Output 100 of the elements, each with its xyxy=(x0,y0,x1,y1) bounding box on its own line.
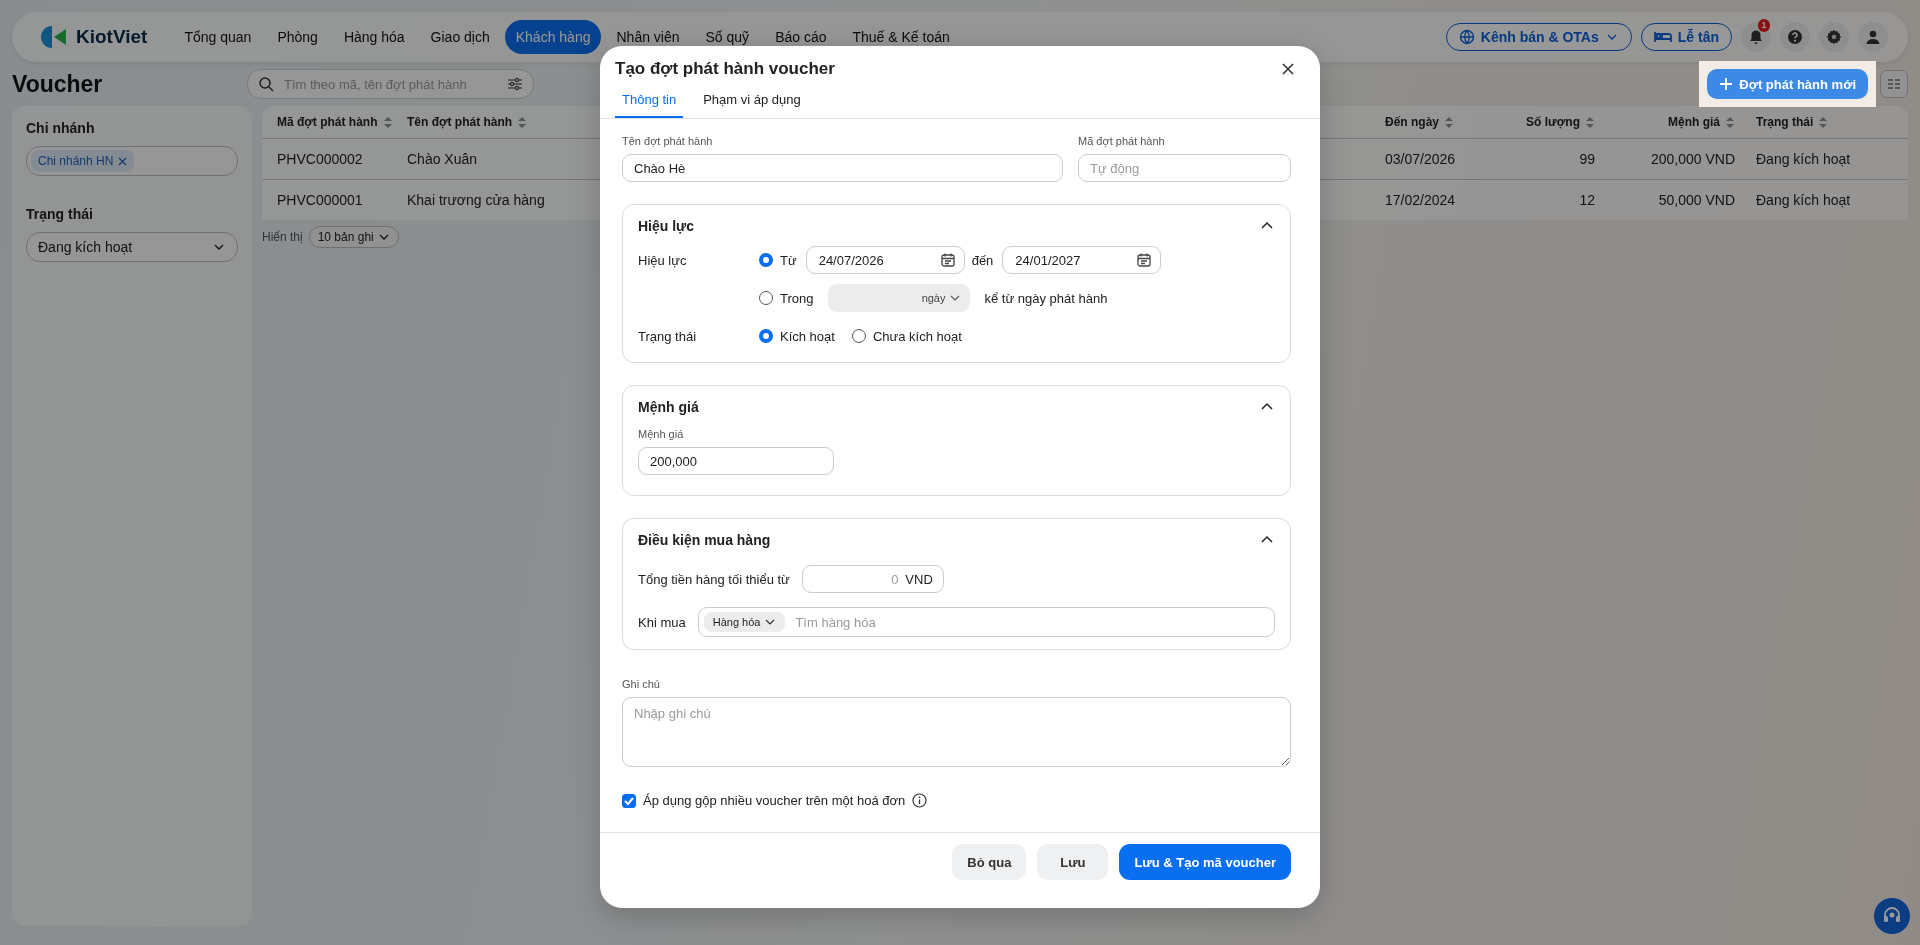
checkbox-label: Áp dụng gộp nhiều voucher trên một hoá đơn xyxy=(643,793,906,808)
column-header[interactable]: Trạng thái xyxy=(1756,115,1814,129)
info-icon xyxy=(912,793,928,808)
value-field[interactable]: 200,000 xyxy=(638,447,834,475)
sort-icon xyxy=(1444,115,1454,129)
column-header[interactable]: Mã đợt phát hành xyxy=(277,115,378,129)
search-icon xyxy=(258,76,274,92)
product-search-field[interactable]: Hàng hóa Tìm hàng hóa xyxy=(697,607,1275,637)
table-cell: Đang kích hoạt xyxy=(1756,151,1851,167)
help-button[interactable] xyxy=(1780,22,1810,52)
logo-icon xyxy=(40,23,68,51)
table-cell: PHVC000002 xyxy=(277,151,363,167)
branch-field[interactable]: Chi nhánh HN xyxy=(26,146,238,176)
product-search-input[interactable]: Tìm hàng hóa xyxy=(793,613,1269,631)
date-field[interactable]: 24/01/2027 xyxy=(1002,246,1162,274)
notifications-button[interactable]: 1 xyxy=(1741,22,1771,52)
user-icon xyxy=(1865,29,1881,45)
filter-label: Chi nhánh xyxy=(26,120,96,136)
secondary-button[interactable]: Lưu xyxy=(1037,844,1109,880)
radio-label: Từ xyxy=(780,252,797,268)
field-label: Mã đợt phát hành xyxy=(1078,135,1166,147)
radio-button[interactable] xyxy=(759,329,773,343)
nav-item[interactable]: Phòng xyxy=(266,20,329,54)
table-cell: 50,000 VND xyxy=(1658,192,1735,208)
minimum-total-field[interactable]: 0 VND xyxy=(801,565,944,593)
note-field[interactable]: Nhập ghi chú xyxy=(622,697,1291,767)
row-label: Tổng tiền hàng tối thiểu từ xyxy=(638,571,790,587)
close-icon[interactable] xyxy=(1281,62,1295,76)
duration-field[interactable]: ngày xyxy=(828,284,971,312)
column-header[interactable]: Mệnh giá xyxy=(1668,115,1720,129)
sort-icon xyxy=(1818,115,1829,129)
nav-item[interactable]: Hàng hóa xyxy=(332,20,416,54)
logo-text: KiotViet xyxy=(76,26,148,48)
field-label: Mệnh giá xyxy=(638,428,685,440)
radio-label: Kích hoạt xyxy=(780,328,835,344)
table-cell: Khai trương cửa hàng xyxy=(407,192,545,208)
table-cell: 99 xyxy=(1579,151,1595,167)
checkbox[interactable] xyxy=(622,793,636,808)
name-field[interactable]: Chào Hè xyxy=(622,154,1063,182)
column-header[interactable]: Đến ngày xyxy=(1385,115,1439,129)
bed-icon xyxy=(1653,29,1672,45)
tab[interactable]: Thông tin xyxy=(615,92,684,118)
radio-label: Chưa kích hoạt xyxy=(872,328,962,344)
column-header[interactable]: Số lượng xyxy=(1526,115,1580,129)
account-button[interactable] xyxy=(1858,22,1888,52)
support-button[interactable] xyxy=(1874,898,1910,934)
nav-item[interactable]: Khách hàng xyxy=(504,20,602,54)
row-label: Hiệu lực xyxy=(638,252,688,268)
radio-button[interactable] xyxy=(759,253,773,267)
table-cell: PHVC000001 xyxy=(277,192,363,208)
pager-label: Hiển thị xyxy=(262,230,303,244)
field-label: Tên đợt phát hành xyxy=(622,135,714,147)
duration-suffix-label: kể từ ngày phát hành xyxy=(984,290,1108,306)
tab[interactable]: Phạm vi áp dụng xyxy=(703,92,801,118)
table-cell: 17/02/2024 xyxy=(1385,192,1456,208)
nav-item[interactable]: Giao dịch xyxy=(419,20,501,54)
section-title: Hiệu lực xyxy=(638,218,695,234)
unit-label: VND xyxy=(905,571,933,587)
table-cell: Chào Xuân xyxy=(407,151,478,167)
radio-label: Trong xyxy=(780,290,814,306)
search-field[interactable]: Tìm theo mã, tên đợt phát hành xyxy=(247,69,534,99)
sort-icon xyxy=(1725,115,1735,129)
column-header[interactable]: Tên đợt phát hành xyxy=(407,115,513,129)
nav-item[interactable]: Tổng quan xyxy=(173,20,263,54)
search-input[interactable]: Tìm theo mã, tên đợt phát hành xyxy=(282,75,499,93)
table-cell: 12 xyxy=(1579,192,1595,208)
sort-icon xyxy=(1585,115,1595,129)
date-field[interactable]: 24/07/2026 xyxy=(805,246,965,274)
code-field[interactable]: Tự động xyxy=(1078,154,1291,182)
notification-badge: 1 xyxy=(1758,19,1770,32)
row-label: Khi mua xyxy=(638,614,686,630)
calendar-icon xyxy=(1136,252,1153,268)
filter-sliders-icon xyxy=(507,76,523,92)
settings-button[interactable] xyxy=(1819,22,1849,52)
settings-icon xyxy=(1826,29,1842,45)
sort-icon xyxy=(382,115,393,129)
table-cell: 200,000 VND xyxy=(1650,151,1735,167)
plus-icon xyxy=(1719,77,1734,91)
help-icon xyxy=(1787,29,1803,45)
status-select[interactable]: Đang kích hoạt xyxy=(26,232,238,262)
range-separator-label: đến xyxy=(971,252,994,268)
branch-tag: Chi nhánh HN xyxy=(31,150,135,172)
globe-icon xyxy=(1458,29,1475,45)
filter-label: Trạng thái xyxy=(26,206,94,222)
page-size-select[interactable]: 10 bản ghi xyxy=(308,226,399,248)
field-label: Ghi chú xyxy=(622,678,661,690)
section-title: Mệnh giá xyxy=(638,399,699,415)
new-voucher-batch-button[interactable]: Đợt phát hành mới xyxy=(1707,69,1868,99)
table-cell: 03/07/2026 xyxy=(1385,151,1456,167)
bell-icon xyxy=(1748,29,1764,45)
calendar-icon xyxy=(939,252,956,268)
section-title: Điều kiện mua hàng xyxy=(638,532,771,548)
sort-icon xyxy=(517,115,528,129)
list-icon xyxy=(1887,77,1901,91)
save-and-create-button[interactable]: Lưu & Tạo mã voucher xyxy=(1119,844,1291,880)
type-select[interactable]: Hàng hóa xyxy=(703,612,786,632)
secondary-button[interactable]: Bỏ qua xyxy=(952,844,1027,880)
dialog-title: Tạo đợt phát hành voucher xyxy=(615,59,835,79)
table-cell: Đang kích hoạt xyxy=(1756,192,1851,208)
row-label: Trạng thái xyxy=(638,328,698,344)
